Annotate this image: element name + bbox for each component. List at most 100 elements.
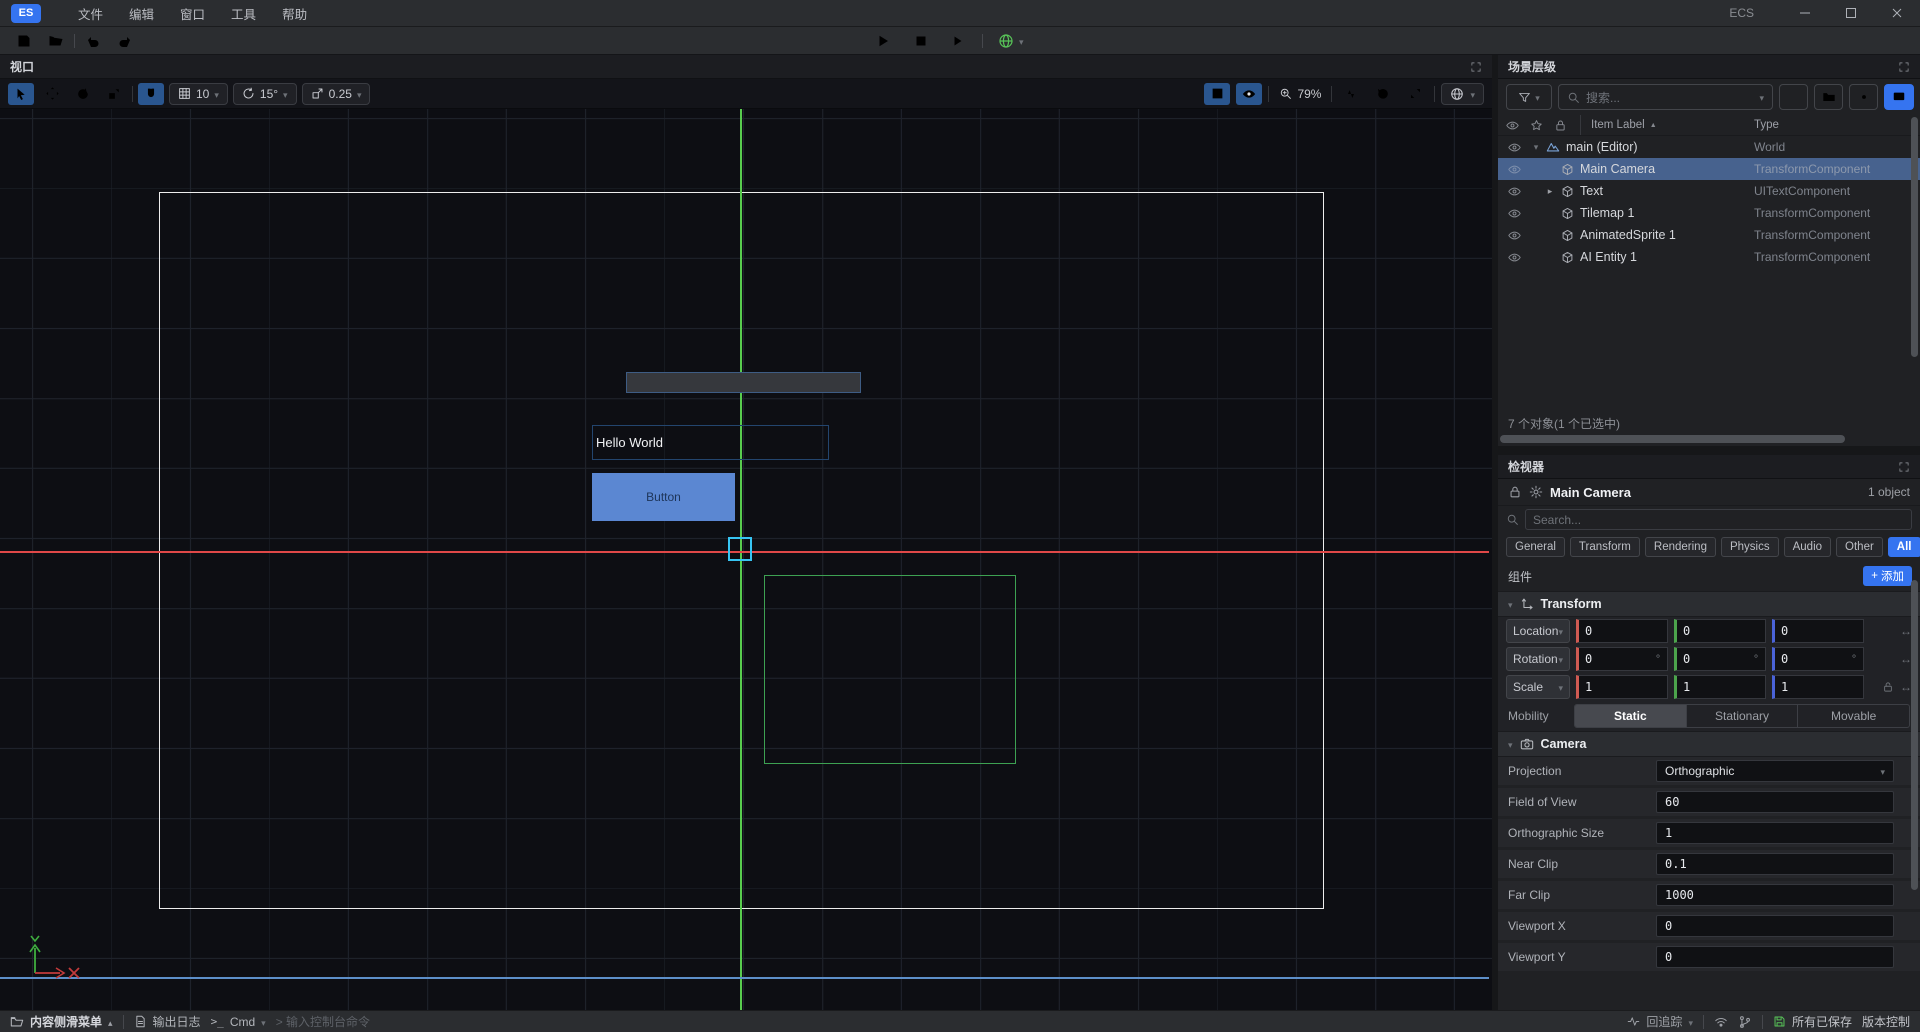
- rotation-x-field[interactable]: 0°: [1576, 647, 1668, 671]
- rotate-tool-button[interactable]: [70, 83, 96, 105]
- zoom-indicator[interactable]: 79%: [1275, 87, 1325, 101]
- expander-icon[interactable]: [1528, 142, 1544, 153]
- save-icon[interactable]: [10, 29, 38, 53]
- tree-row-text[interactable]: Text UITextComponent: [1498, 180, 1920, 202]
- visibility-column-icon[interactable]: [1506, 119, 1519, 132]
- move-tool-button[interactable]: [39, 83, 65, 105]
- filter-button[interactable]: [1506, 84, 1552, 110]
- menu-edit[interactable]: 编辑: [116, 0, 167, 27]
- cmd-dropdown[interactable]: >_ Cmd: [211, 1015, 266, 1029]
- redo-icon[interactable]: [111, 29, 139, 53]
- branch-icon[interactable]: [1738, 1015, 1752, 1029]
- horizontal-scrollbar[interactable]: [1500, 435, 1918, 444]
- camera-section-header[interactable]: Camera: [1498, 731, 1920, 757]
- scale-y-field[interactable]: 1: [1674, 675, 1766, 699]
- far-clip-input[interactable]: 1000: [1656, 884, 1894, 906]
- eye-icon[interactable]: [1506, 251, 1522, 264]
- menu-window[interactable]: 窗口: [167, 0, 218, 27]
- inspector-search-input[interactable]: Search...: [1525, 509, 1912, 530]
- location-y-field[interactable]: 0: [1674, 619, 1766, 643]
- app-logo[interactable]: ES: [11, 4, 41, 23]
- column-item-label[interactable]: Item Label ▲: [1580, 115, 1754, 135]
- rotation-y-field[interactable]: 0°: [1674, 647, 1766, 671]
- lock-column-icon[interactable]: [1554, 119, 1567, 132]
- expand-panel-icon[interactable]: [1470, 61, 1482, 73]
- expander-icon[interactable]: [1542, 186, 1558, 197]
- collapse-icon[interactable]: [1508, 737, 1513, 751]
- output-log-button[interactable]: 输出日志: [134, 1013, 201, 1030]
- scale-dropdown[interactable]: Scale: [1506, 675, 1570, 699]
- column-type[interactable]: Type: [1754, 119, 1920, 131]
- expand-panel-icon[interactable]: [1898, 61, 1910, 73]
- lock-icon[interactable]: [1508, 485, 1522, 499]
- tree-row-main-camera[interactable]: Main Camera TransformComponent: [1498, 158, 1920, 180]
- angle-snap-dropdown[interactable]: 15°: [233, 83, 297, 105]
- location-z-field[interactable]: 0: [1772, 619, 1864, 643]
- save-status[interactable]: 所有已保存: [1773, 1013, 1852, 1030]
- orthographic-size-input[interactable]: 1: [1656, 822, 1894, 844]
- fullscreen-button[interactable]: [1402, 83, 1428, 105]
- scale-tool-button[interactable]: [101, 83, 127, 105]
- gear-icon[interactable]: [1529, 485, 1543, 499]
- grid-visibility-toggle[interactable]: [1204, 83, 1230, 105]
- mobility-movable[interactable]: Movable: [1798, 705, 1909, 727]
- expand-panel-icon[interactable]: [1898, 461, 1910, 473]
- mobility-stationary[interactable]: Stationary: [1687, 705, 1799, 727]
- rotation-dropdown[interactable]: Rotation: [1506, 647, 1570, 671]
- eye-icon[interactable]: [1506, 141, 1522, 154]
- undo-icon[interactable]: [79, 29, 107, 53]
- ui-panel-widget[interactable]: [626, 372, 861, 393]
- viewport-world-dropdown[interactable]: [1441, 83, 1484, 105]
- location-x-field[interactable]: 0: [1576, 619, 1668, 643]
- menu-file[interactable]: 文件: [65, 0, 116, 27]
- open-folder-icon[interactable]: [42, 29, 70, 53]
- transform-section-header[interactable]: Transform: [1498, 591, 1920, 617]
- tab-general[interactable]: General: [1506, 537, 1565, 557]
- new-folder-button[interactable]: [1814, 84, 1843, 110]
- ui-button-widget[interactable]: Button: [592, 473, 735, 521]
- maximize-button[interactable]: [1828, 0, 1874, 27]
- close-button[interactable]: [1874, 0, 1920, 27]
- viewport-y-input[interactable]: 0: [1656, 946, 1894, 968]
- hierarchy-search-input[interactable]: 搜索...: [1558, 84, 1773, 110]
- version-control-button[interactable]: 版本控制: [1862, 1013, 1910, 1030]
- runtime-view-button[interactable]: [1884, 84, 1914, 110]
- selection-box[interactable]: [728, 537, 752, 561]
- scale-x-field[interactable]: 1: [1576, 675, 1668, 699]
- menu-tools[interactable]: 工具: [218, 0, 269, 27]
- menu-help[interactable]: 帮助: [269, 0, 320, 27]
- viewport-canvas[interactable]: Hello World Button: [0, 109, 1492, 1010]
- grid-snap-dropdown[interactable]: 10: [169, 83, 228, 105]
- play-button[interactable]: [868, 29, 898, 53]
- tab-audio[interactable]: Audio: [1784, 537, 1831, 557]
- scale-lock-icon[interactable]: [1882, 680, 1894, 694]
- viewport-x-input[interactable]: 0: [1656, 915, 1894, 937]
- tab-other[interactable]: Other: [1836, 537, 1883, 557]
- eye-icon[interactable]: [1506, 163, 1522, 176]
- eye-icon[interactable]: [1506, 185, 1522, 198]
- location-dropdown[interactable]: Location: [1506, 619, 1570, 643]
- stop-button[interactable]: [906, 29, 936, 53]
- tab-all[interactable]: All: [1888, 537, 1920, 557]
- snap-toggle-button[interactable]: [138, 83, 164, 105]
- favorite-column-icon[interactable]: [1530, 119, 1543, 132]
- ui-text-widget[interactable]: Hello World: [592, 425, 829, 460]
- rotation-z-field[interactable]: 0°: [1772, 647, 1864, 671]
- tab-physics[interactable]: Physics: [1721, 537, 1779, 557]
- console-command-input[interactable]: 输入控制台命令: [276, 1013, 370, 1030]
- step-button[interactable]: [944, 29, 974, 53]
- tree-row-ai-entity[interactable]: AI Entity 1 TransformComponent: [1498, 246, 1920, 268]
- eye-icon[interactable]: [1506, 207, 1522, 220]
- gizmo-visibility-toggle[interactable]: [1236, 83, 1262, 105]
- near-clip-input[interactable]: 0.1: [1656, 853, 1894, 875]
- stats-toggle[interactable]: [1338, 83, 1364, 105]
- tree-row-main[interactable]: main (Editor) World: [1498, 136, 1920, 158]
- vertical-scrollbar[interactable]: [1911, 580, 1918, 890]
- network-icon[interactable]: [1714, 1015, 1728, 1029]
- hierarchy-settings-button[interactable]: [1849, 84, 1878, 110]
- minimize-button[interactable]: [1782, 0, 1828, 27]
- projection-dropdown[interactable]: Orthographic: [1656, 760, 1894, 782]
- mobility-static[interactable]: Static: [1575, 705, 1687, 727]
- tree-row-tilemap[interactable]: Tilemap 1 TransformComponent: [1498, 202, 1920, 224]
- tree-row-animatedsprite[interactable]: AnimatedSprite 1 TransformComponent: [1498, 224, 1920, 246]
